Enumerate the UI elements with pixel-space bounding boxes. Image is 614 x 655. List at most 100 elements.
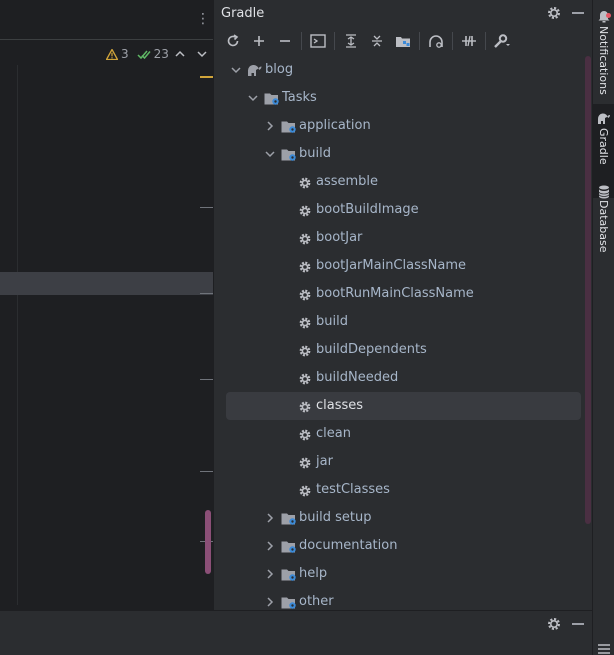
tree-item-label: build (316, 314, 348, 329)
tree-item-task-group[interactable]: build setup (226, 504, 581, 532)
tree-item-task-group[interactable]: documentation (226, 532, 581, 560)
tree-item-task[interactable]: classes (226, 392, 581, 420)
tree-item-label: Tasks (282, 90, 317, 105)
chevron-down-icon[interactable] (264, 148, 276, 160)
error-stripe-marker[interactable] (200, 207, 213, 208)
build-tool-settings-icon[interactable] (489, 29, 515, 53)
minus-icon[interactable] (272, 29, 298, 53)
tree-item-task[interactable]: bootBuildImage (226, 196, 581, 224)
next-highlight-button[interactable] (196, 46, 208, 60)
notifications-label: Notifications (597, 26, 610, 95)
task-gear-icon (298, 287, 314, 301)
toolbar-separator (452, 32, 453, 50)
tree-item-label: jar (316, 454, 333, 469)
gear-icon[interactable] (545, 615, 563, 633)
task-gear-icon (298, 343, 314, 357)
more-vertical-icon[interactable]: ⋮ (196, 10, 210, 28)
tree-scrollbar-thumb[interactable] (585, 56, 591, 524)
current-line-highlight (0, 272, 213, 295)
tree-item-task[interactable]: build (226, 308, 581, 336)
collapse-all-icon[interactable] (364, 29, 390, 53)
chevron-right-icon[interactable] (264, 596, 276, 608)
tree-item-task-group[interactable]: build (226, 140, 581, 168)
notifications-tool-button[interactable]: Notifications (593, 4, 614, 98)
task-folder-icon (264, 91, 280, 105)
tree-item-label: clean (316, 426, 351, 441)
tree-item-project[interactable]: blog (226, 56, 581, 84)
chevron-right-icon[interactable] (264, 568, 276, 580)
gradle-elephant-icon (247, 63, 263, 77)
tree-item-task[interactable]: bootRunMainClassName (226, 280, 581, 308)
task-folder-icon (281, 539, 297, 553)
tree-item-task[interactable]: clean (226, 420, 581, 448)
toolbar-separator (334, 32, 335, 50)
tree-item-task[interactable]: buildNeeded (226, 364, 581, 392)
tree-item-task-group[interactable]: help (226, 560, 581, 588)
database-tool-button[interactable]: Database (593, 180, 614, 260)
tree-item-task[interactable]: jar (226, 448, 581, 476)
passed-count: 23 (153, 47, 169, 61)
chevron-right-icon[interactable] (264, 512, 276, 524)
toolbar-separator (419, 32, 420, 50)
tree-item-task[interactable]: bootJarMainClassName (226, 252, 581, 280)
warning-icon (106, 48, 118, 60)
tree-item-task[interactable]: bootJar (226, 224, 581, 252)
tree-item-label: blog (265, 62, 294, 77)
structure-icon[interactable] (597, 640, 611, 654)
editor-scrollbar-thumb[interactable] (205, 510, 211, 574)
tree-item-task[interactable]: testClasses (226, 476, 581, 504)
analyze-dependencies-icon[interactable] (423, 29, 449, 53)
task-folder-icon (281, 147, 297, 161)
editor-tab-bar: ⋮ (0, 0, 213, 40)
chevron-right-icon[interactable] (264, 120, 276, 132)
error-stripe-marker[interactable] (200, 293, 213, 294)
indent-guide (17, 65, 18, 605)
database-strip-label: Database (597, 200, 610, 253)
execute-task-icon[interactable] (305, 29, 331, 53)
error-stripe-marker[interactable] (200, 471, 213, 472)
minimize-button[interactable] (572, 12, 584, 14)
gear-icon[interactable] (545, 4, 563, 22)
gradle-strip-label: Gradle (597, 128, 610, 165)
group-modules-icon[interactable] (390, 29, 416, 53)
task-gear-icon (298, 315, 314, 329)
tree-item-label: bootBuildImage (316, 202, 419, 217)
chevron-right-icon[interactable] (264, 540, 276, 552)
warning-marker[interactable] (200, 76, 213, 78)
expand-all-icon[interactable] (338, 29, 364, 53)
gradle-title: Gradle (221, 6, 265, 21)
tree-item-label: build (299, 146, 331, 161)
task-gear-icon (298, 399, 314, 413)
right-tool-strip: Notifications Gradle Database (592, 0, 614, 655)
task-folder-icon (281, 595, 297, 609)
task-gear-icon (298, 483, 314, 497)
error-stripe-marker[interactable] (200, 379, 213, 380)
reload-icon[interactable] (220, 29, 246, 53)
tree-item-tasks[interactable]: Tasks (226, 84, 581, 112)
previous-highlight-button[interactable] (174, 46, 186, 60)
warning-count: 3 (121, 47, 129, 61)
tree-item-label: buildDependents (316, 342, 427, 357)
notification-badge (606, 13, 611, 18)
chevron-down-icon[interactable] (247, 92, 259, 104)
task-folder-icon (281, 567, 297, 581)
tree-item-task[interactable]: buildDependents (226, 336, 581, 364)
toggle-offline-icon[interactable] (456, 29, 482, 53)
tree-item-task[interactable]: assemble (226, 168, 581, 196)
task-gear-icon (298, 427, 314, 441)
task-gear-icon (298, 175, 314, 189)
tree-item-label: help (299, 566, 328, 581)
gradle-toolbar (214, 28, 593, 54)
tree-item-label: application (299, 118, 371, 133)
task-gear-icon (298, 259, 314, 273)
gradle-elephant-icon (597, 110, 611, 129)
plus-icon[interactable] (246, 29, 272, 53)
gradle-tool-window: Gradle blog Tasks application build asse… (213, 0, 592, 610)
minimize-button[interactable] (572, 623, 584, 625)
tree-item-label: bootRunMainClassName (316, 286, 474, 301)
tree-item-label: bootJar (316, 230, 363, 245)
inspection-widget[interactable]: 3 23 (106, 45, 169, 63)
tree-item-task-group[interactable]: application (226, 112, 581, 140)
chevron-down-icon[interactable] (230, 64, 242, 76)
task-gear-icon (298, 203, 314, 217)
